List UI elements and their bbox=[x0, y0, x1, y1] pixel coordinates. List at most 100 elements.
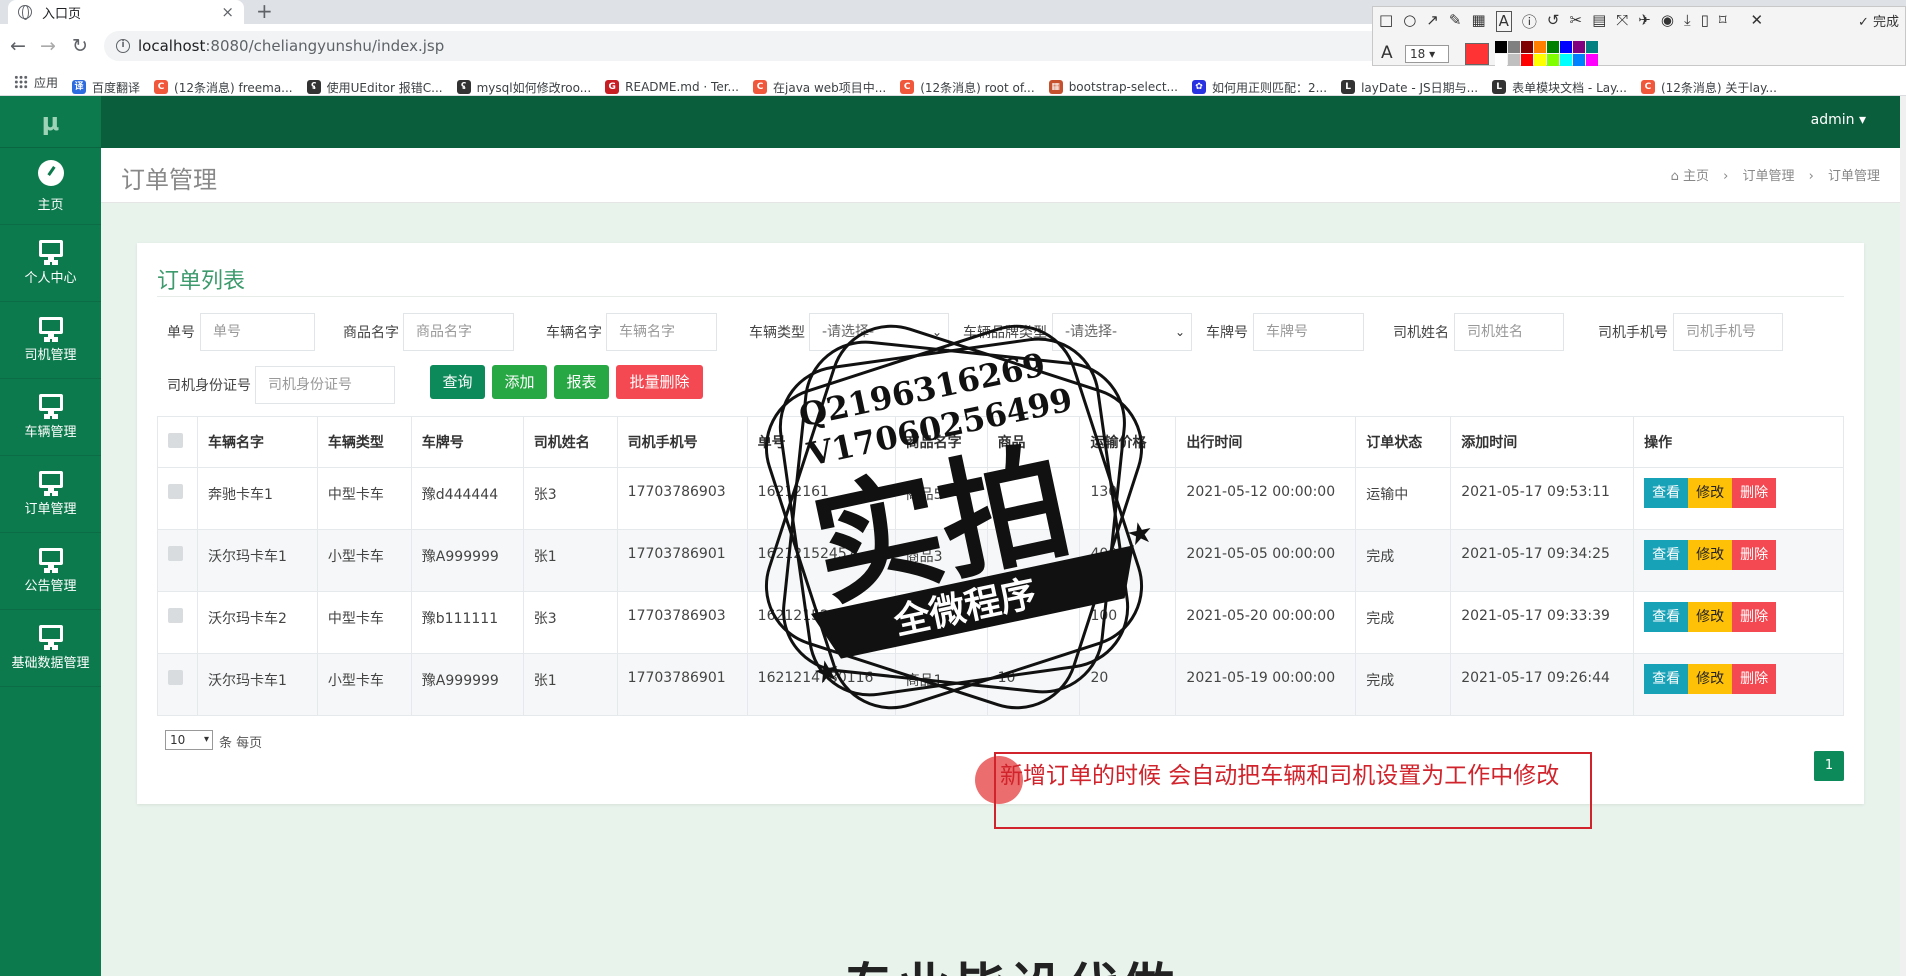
color-swatch[interactable] bbox=[1547, 54, 1559, 66]
bottom-banner-text: 专业毕设代做 bbox=[842, 946, 1178, 976]
add-button[interactable]: 添加 bbox=[492, 365, 547, 399]
page-scrollbar[interactable] bbox=[1900, 96, 1906, 976]
select-all-checkbox[interactable] bbox=[168, 432, 183, 448]
vehicle-name-input[interactable]: 车辆名字 bbox=[606, 313, 717, 351]
sidebar-item[interactable]: 订单管理 bbox=[0, 456, 101, 533]
bookmark-item[interactable]: ✿ 如何用正则匹配：2... bbox=[1191, 73, 1327, 95]
pen-tool-icon[interactable]: ✎ bbox=[1449, 11, 1462, 32]
bookmark-item[interactable]: C 在java web项目中... bbox=[753, 73, 886, 95]
color-swatch[interactable] bbox=[1508, 41, 1520, 53]
driver-phone-input[interactable]: 司机手机号 bbox=[1673, 313, 1783, 351]
row-checkbox[interactable] bbox=[168, 484, 183, 499]
phone-icon[interactable]: ▯ bbox=[1701, 11, 1709, 32]
color-swatch[interactable] bbox=[1586, 54, 1598, 66]
bookmark-item[interactable]: C (12条消息) root of... bbox=[900, 73, 1035, 95]
ellipse-tool-icon[interactable]: ○ bbox=[1403, 11, 1416, 32]
bookmark-item[interactable]: ʢ 使用UEditor 报错C... bbox=[306, 73, 443, 95]
color-swatch[interactable] bbox=[1573, 54, 1585, 66]
row-checkbox[interactable] bbox=[168, 546, 183, 561]
text-tool-icon[interactable]: A bbox=[1495, 11, 1512, 32]
sidebar-item[interactable]: 公告管理 bbox=[0, 533, 101, 610]
edit-button[interactable]: 修改 bbox=[1688, 664, 1733, 694]
bookmark-item[interactable]: L 表单模块文档 - Lay... bbox=[1492, 73, 1627, 95]
color-swatch[interactable] bbox=[1508, 54, 1520, 66]
undo-icon[interactable]: ↺ bbox=[1547, 11, 1560, 32]
goods-name-input[interactable]: 商品名字 bbox=[403, 313, 514, 351]
record-icon[interactable]: ◉ bbox=[1661, 11, 1674, 32]
view-button[interactable]: 查看 bbox=[1644, 540, 1689, 570]
current-color-swatch[interactable] bbox=[1465, 43, 1489, 65]
delete-button[interactable]: 删除 bbox=[1732, 540, 1777, 570]
close-tab-icon[interactable]: × bbox=[221, 3, 234, 21]
sidebar-item[interactable]: 个人中心 bbox=[0, 225, 101, 302]
report-button[interactable]: 报表 bbox=[554, 365, 609, 399]
bookmark-item[interactable]: G README.md · Ter... bbox=[605, 73, 739, 95]
color-swatch[interactable] bbox=[1573, 41, 1585, 53]
sidebar-item[interactable]: 基础数据管理 bbox=[0, 610, 101, 687]
sidebar-item[interactable]: 主页 bbox=[0, 148, 101, 225]
driver-name-input[interactable]: 司机姓名 bbox=[1454, 313, 1564, 351]
color-swatch[interactable] bbox=[1521, 54, 1533, 66]
crop-icon[interactable]: ✂ bbox=[1569, 11, 1582, 32]
color-swatch[interactable] bbox=[1560, 54, 1572, 66]
delete-button[interactable]: 删除 bbox=[1732, 478, 1777, 508]
delete-button[interactable]: 删除 bbox=[1732, 664, 1777, 694]
download-icon[interactable]: ⤓ bbox=[1684, 11, 1691, 32]
view-button[interactable]: 查看 bbox=[1644, 478, 1689, 508]
info-icon[interactable]: i bbox=[116, 39, 130, 53]
bookmark-icon[interactable]: ⌑ bbox=[1719, 11, 1727, 32]
sidebar-item[interactable]: 车辆管理 bbox=[0, 379, 101, 456]
breadcrumb-module[interactable]: 订单管理 bbox=[1742, 169, 1794, 184]
color-swatch[interactable] bbox=[1521, 41, 1533, 53]
edit-button[interactable]: 修改 bbox=[1688, 540, 1733, 570]
breadcrumb-home[interactable]: 主页 bbox=[1683, 169, 1709, 184]
translate-icon[interactable]: ⤧ bbox=[1616, 11, 1628, 32]
row-checkbox[interactable] bbox=[168, 670, 183, 685]
sidebar-item[interactable]: 司机管理 bbox=[0, 302, 101, 379]
done-button[interactable]: ✓ 完成 bbox=[1858, 11, 1899, 30]
plate-input[interactable]: 车牌号 bbox=[1253, 313, 1364, 351]
color-swatch[interactable] bbox=[1495, 41, 1507, 53]
bookmark-item[interactable]: 应用 bbox=[14, 68, 58, 95]
color-swatch[interactable] bbox=[1495, 54, 1507, 66]
bookmark-item[interactable]: C (12条消息) freema... bbox=[154, 73, 293, 95]
color-swatch[interactable] bbox=[1586, 41, 1598, 53]
delete-button[interactable]: 删除 bbox=[1732, 602, 1777, 632]
bookmark-item[interactable]: ʢ mysql如何修改roo... bbox=[456, 73, 591, 95]
batch-delete-button[interactable]: 批量删除 bbox=[616, 365, 703, 399]
row-checkbox[interactable] bbox=[168, 608, 183, 623]
mosaic-tool-icon[interactable]: ▦ bbox=[1471, 11, 1485, 32]
bookmark-item[interactable]: LlayDate - JS日期与... bbox=[1341, 73, 1478, 95]
page-number-button[interactable]: 1 bbox=[1814, 751, 1844, 781]
arrow-tool-icon[interactable]: ↗ bbox=[1426, 11, 1439, 32]
browser-tab[interactable]: 入口页 × bbox=[8, 0, 244, 24]
color-swatch[interactable] bbox=[1547, 41, 1559, 53]
view-button[interactable]: 查看 bbox=[1644, 664, 1689, 694]
page-size-select[interactable]: 10 ▾ bbox=[165, 730, 213, 750]
cancel-icon[interactable]: ✕ bbox=[1751, 11, 1764, 32]
pin-icon[interactable]: ✈ bbox=[1638, 11, 1651, 32]
user-menu[interactable]: admin ▾ bbox=[1811, 112, 1866, 128]
bookmark-item[interactable]: C (12条消息) 关于lay... bbox=[1640, 73, 1777, 95]
color-swatch[interactable] bbox=[1560, 41, 1572, 53]
bookmark-item[interactable]: 译百度翻译 bbox=[72, 73, 140, 95]
forward-icon[interactable]: → bbox=[40, 34, 56, 58]
number-tool-icon[interactable]: ⓘ bbox=[1522, 11, 1537, 32]
app-logo[interactable]: μ bbox=[0, 96, 101, 148]
color-swatch[interactable] bbox=[1534, 54, 1546, 66]
table-cell: 豫A999999 bbox=[410, 653, 524, 716]
rect-tool-icon[interactable]: □ bbox=[1379, 11, 1393, 32]
query-button[interactable]: 查询 bbox=[430, 365, 485, 399]
back-icon[interactable]: ← bbox=[10, 34, 26, 58]
color-swatch[interactable] bbox=[1534, 41, 1546, 53]
edit-button[interactable]: 修改 bbox=[1688, 602, 1733, 632]
reload-icon[interactable]: ↻ bbox=[72, 34, 88, 58]
view-button[interactable]: 查看 bbox=[1644, 602, 1689, 632]
driver-id-input[interactable]: 司机身份证号 bbox=[255, 366, 395, 404]
ocr-icon[interactable]: ▤ bbox=[1592, 11, 1606, 32]
new-tab-button[interactable]: + bbox=[256, 0, 273, 24]
edit-button[interactable]: 修改 bbox=[1688, 478, 1733, 508]
order-no-input[interactable]: 单号 bbox=[200, 313, 315, 351]
bookmark-item[interactable]: ▦ bootstrap-select... bbox=[1048, 73, 1178, 95]
font-size-select[interactable]: 18 ▾ bbox=[1405, 45, 1449, 63]
